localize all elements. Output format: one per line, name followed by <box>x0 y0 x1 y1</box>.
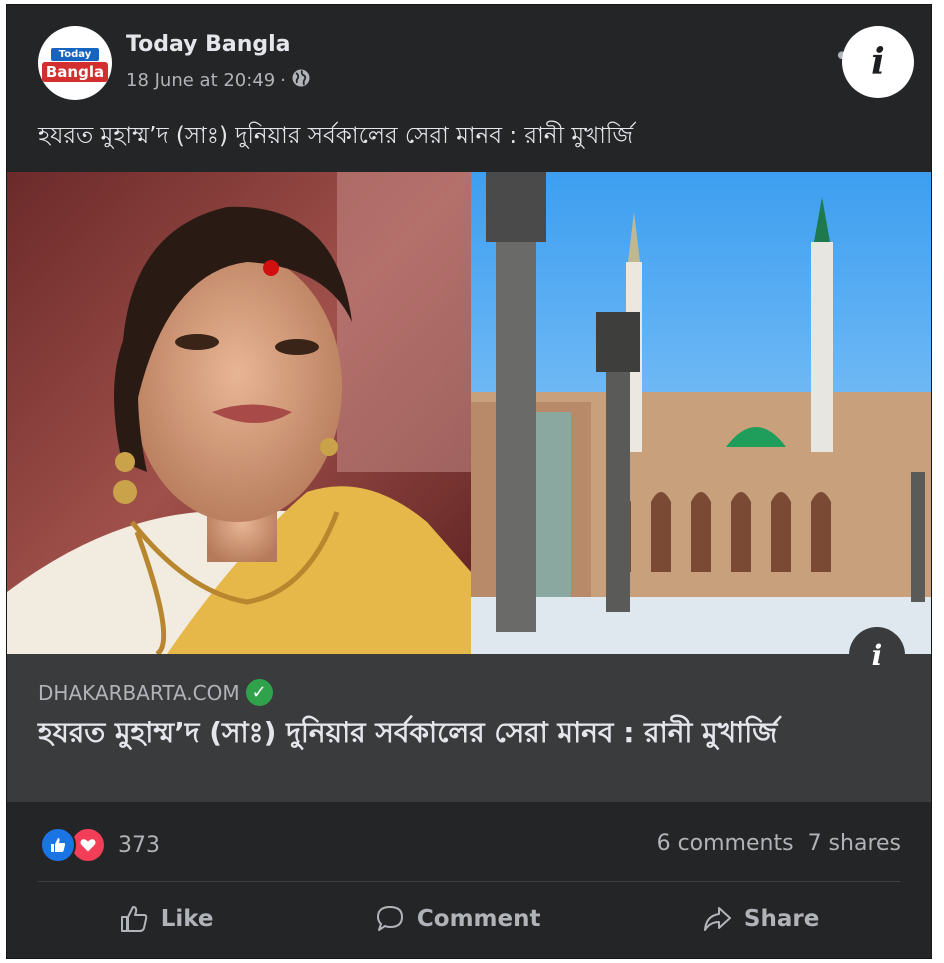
like-label: Like <box>160 906 214 932</box>
share-label: Share <box>743 906 820 932</box>
post-meta: 18 June at 20:49 · <box>126 68 311 93</box>
post-caption: হযরত মুহাম্ম’দ (সাঃ) দুনিয়ার সর্বকালের … <box>38 123 634 149</box>
link-domain: DHAKARBARTA.COM ✓ <box>38 679 273 706</box>
post-card: Today Bangla Today Bangla 18 June at 20:… <box>6 4 932 959</box>
comment-button[interactable]: Comment <box>355 898 561 940</box>
action-bar: Like Comment Share <box>38 891 900 947</box>
meta-separator: · <box>280 70 286 91</box>
page-name-link[interactable]: Today Bangla <box>126 32 291 57</box>
share-button[interactable]: Share <box>682 898 839 940</box>
engagement-counts: 6 comments 7 shares <box>657 831 901 856</box>
comments-count[interactable]: 6 comments <box>657 831 794 856</box>
like-reaction-icon <box>40 827 76 863</box>
link-preview[interactable]: DHAKARBARTA.COM ✓ হযরত মুহাম্ম’দ (সাঃ) দ… <box>7 654 931 802</box>
page-avatar[interactable]: Today Bangla <box>38 26 112 100</box>
comment-label: Comment <box>416 906 541 932</box>
post-timestamp[interactable]: 18 June at 20:49 <box>126 70 275 91</box>
thumbs-up-icon <box>120 906 147 932</box>
woman-photo <box>7 172 471 654</box>
logo-text-bottom: Bangla <box>42 62 108 82</box>
share-arrow-icon <box>703 907 731 931</box>
link-title[interactable]: হযরত মুহাম্ম’দ (সাঃ) দুনিয়ার সর্বকালের … <box>38 713 908 753</box>
link-domain-text: DHAKARBARTA.COM <box>38 680 240 705</box>
comment-icon <box>376 906 403 931</box>
info-icon-secondary[interactable]: i <box>849 627 905 683</box>
shares-count[interactable]: 7 shares <box>808 831 901 856</box>
mosque-photo <box>471 172 931 654</box>
reaction-summary[interactable]: 373 <box>40 827 160 863</box>
post-media[interactable] <box>7 172 931 654</box>
check-circle-icon: ✓ <box>245 679 273 706</box>
action-divider <box>38 881 900 882</box>
globe-icon <box>291 68 311 93</box>
logo-text-top: Today <box>51 48 99 61</box>
like-button[interactable]: Like <box>99 898 234 940</box>
reaction-count: 373 <box>118 832 160 858</box>
info-icon[interactable]: i <box>842 26 914 98</box>
